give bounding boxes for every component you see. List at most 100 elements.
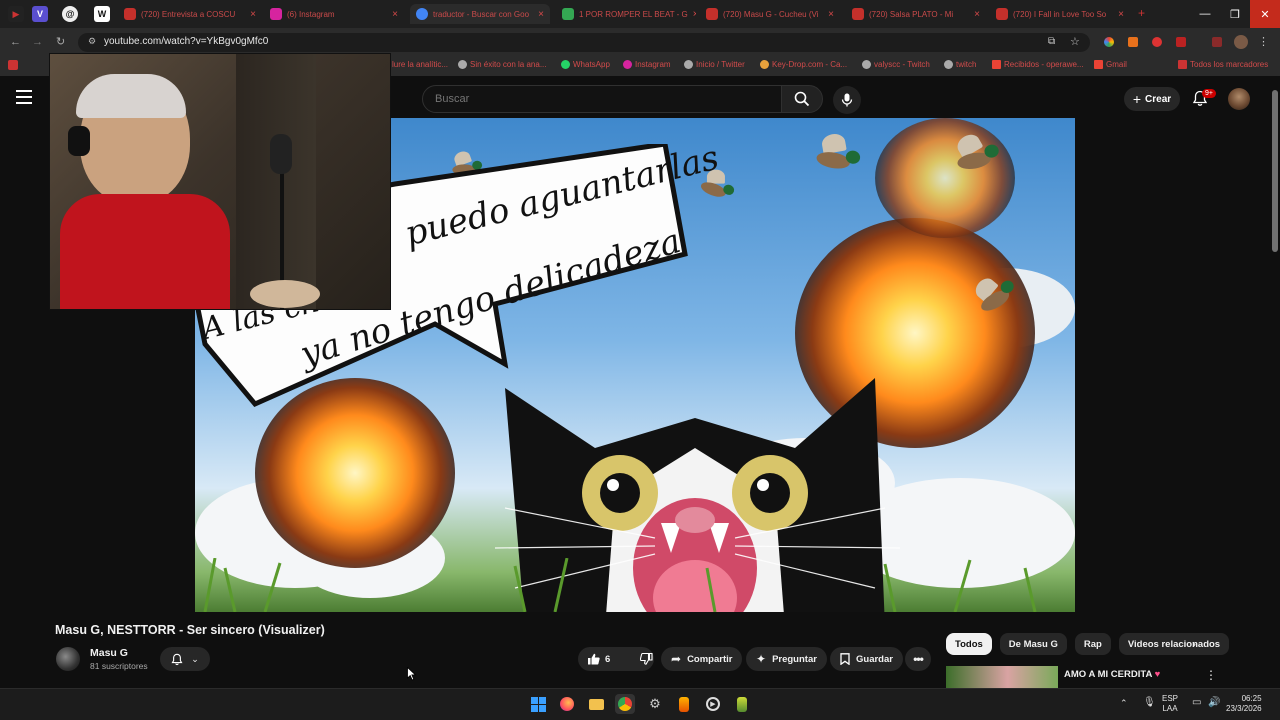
volume-icon[interactable]: 🔊	[1208, 697, 1220, 708]
browser-tab[interactable]: (720) I Fall in Love Too So ×	[990, 4, 1130, 24]
browser-menu-icon[interactable]: ⋮	[1258, 35, 1269, 48]
firefox-icon[interactable]	[557, 694, 577, 714]
close-tab-icon[interactable]: ×	[693, 9, 696, 20]
chip-related[interactable]: Videos relacionados	[1118, 633, 1230, 655]
youtube-icon	[996, 8, 1008, 20]
sparkle-icon: ✦	[756, 652, 767, 666]
profile-avatar[interactable]	[1234, 35, 1248, 49]
app-icon[interactable]	[732, 694, 752, 714]
whatsapp-icon	[561, 60, 570, 69]
pinned-tab-w-icon[interactable]: W	[94, 6, 110, 22]
hamburger-menu-icon[interactable]	[16, 90, 32, 104]
share-button[interactable]: ➦ Compartir	[661, 647, 743, 671]
forward-icon[interactable]: →	[32, 36, 43, 48]
new-tab-button[interactable]: +	[1138, 6, 1145, 20]
bookmark-item[interactable]: Recibidos - operawe...	[992, 60, 1084, 69]
duck-graphic	[807, 132, 863, 176]
bookmark-item[interactable]: twitch	[944, 60, 976, 69]
recommended-title[interactable]: AMO A MI CERDITA ♥	[1064, 669, 1160, 680]
chip-rap[interactable]: Rap	[1074, 633, 1111, 655]
browser-tab[interactable]: (720) Salsa PLATO - Mi ×	[846, 4, 986, 24]
subscription-bell-button[interactable]: ⌄	[160, 647, 210, 671]
grass-graphic	[203, 558, 1037, 612]
extension-icon[interactable]	[1128, 37, 1138, 47]
tray-overflow-icon[interactable]: ⌃	[1120, 698, 1128, 709]
system-clock[interactable]: 06:25 23/3/2026	[1226, 694, 1262, 714]
chrome-icon[interactable]	[615, 694, 635, 714]
chip-todos[interactable]: Todos	[946, 633, 992, 655]
gmail-icon	[1094, 60, 1103, 69]
media-player-icon[interactable]: ▶	[703, 694, 723, 714]
maximize-button[interactable]: ❐	[1220, 0, 1250, 28]
close-tab-icon[interactable]: ×	[392, 9, 398, 20]
extension-icon[interactable]	[1104, 37, 1114, 47]
pinned-tab-threads-icon[interactable]: @	[62, 6, 78, 22]
keyboard-language[interactable]: ESP LAA	[1162, 694, 1178, 714]
scrollbar-thumb[interactable]	[1272, 90, 1278, 252]
minimize-button[interactable]: —	[1190, 0, 1220, 28]
like-dislike-group: 6	[578, 647, 654, 671]
browser-tab[interactable]: 1 POR ROMPER EL BEAT - G ×	[556, 4, 696, 24]
pinned-tab-v-icon[interactable]: V	[32, 6, 48, 22]
bookmark-item[interactable]: Key-Drop.com - Ca...	[760, 60, 847, 69]
thumbs-up-icon	[588, 653, 600, 665]
settings-gear-icon[interactable]: ⚙	[645, 694, 665, 714]
search-button[interactable]	[781, 85, 823, 113]
channel-avatar[interactable]	[56, 647, 80, 671]
chip-channel[interactable]: De Masu G	[999, 633, 1067, 655]
google-icon	[416, 8, 428, 20]
extension-icon[interactable]	[1152, 37, 1162, 47]
save-button[interactable]: Guardar	[830, 647, 903, 671]
reload-icon[interactable]: ↻	[56, 35, 65, 48]
close-tab-icon[interactable]: ×	[538, 9, 544, 20]
app-icon[interactable]	[674, 694, 694, 714]
more-actions-button[interactable]: •••	[905, 647, 931, 671]
bookmark-item[interactable]: Sin éxito con la ana...	[458, 60, 547, 69]
thumbs-down-icon	[640, 653, 653, 665]
close-tab-icon[interactable]: ×	[828, 9, 834, 20]
ask-button[interactable]: ✦ Preguntar	[746, 647, 827, 671]
bookmark-star-icon[interactable]: ☆	[1070, 35, 1080, 48]
install-app-icon[interactable]: ⧉	[1048, 36, 1055, 47]
channel-name[interactable]: Masu G	[90, 647, 128, 659]
bookmark-item[interactable]: Instagram	[623, 60, 671, 69]
browser-tab[interactable]: (720) Masu G - Cucheu (Vi ×	[700, 4, 840, 24]
network-icon[interactable]: ▭	[1192, 697, 1201, 708]
explosion-graphic	[875, 118, 1015, 238]
create-button[interactable]: + Crear	[1124, 87, 1180, 111]
close-tab-icon[interactable]: ×	[974, 9, 980, 20]
all-bookmarks[interactable]: Todos los marcadores	[1178, 60, 1268, 69]
youtube-icon	[852, 8, 864, 20]
like-button[interactable]: 6	[578, 647, 619, 671]
extension-icon[interactable]	[1176, 37, 1186, 47]
search-input[interactable]	[422, 85, 782, 113]
recommended-thumbnail[interactable]	[946, 666, 1058, 688]
chevron-right-icon[interactable]: ›	[1192, 637, 1196, 651]
site-info-icon[interactable]: ⚙	[88, 36, 96, 47]
extensions-puzzle-icon[interactable]	[1212, 37, 1222, 47]
bookmark-item[interactable]: Gmail	[1094, 60, 1127, 69]
pinned-tab-youtube-icon[interactable]: ▶	[8, 6, 24, 22]
browser-tab[interactable]: (6) Instagram ×	[264, 4, 404, 24]
bookmark-item[interactable]: Inicio / Twitter	[684, 60, 745, 69]
back-icon[interactable]: ←	[10, 36, 21, 48]
subscriber-count: 81 suscriptores	[90, 661, 148, 671]
dislike-button[interactable]	[631, 647, 662, 671]
account-avatar[interactable]	[1228, 88, 1250, 110]
file-explorer-icon[interactable]	[586, 694, 606, 714]
google-drive-icon	[562, 8, 574, 20]
recommended-menu-icon[interactable]: ⋮	[1205, 668, 1217, 682]
close-window-button[interactable]: ✕	[1250, 0, 1280, 28]
bookmark-item[interactable]: WhatsApp	[561, 60, 610, 69]
close-tab-icon[interactable]: ×	[1118, 9, 1124, 20]
browser-tab-active[interactable]: traductor - Buscar con Goo ×	[410, 4, 550, 24]
bookmark-item[interactable]: valyscc - Twitch	[862, 60, 930, 69]
close-tab-icon[interactable]: ×	[250, 9, 256, 20]
tray-microphone-icon[interactable]: 🎙	[1143, 697, 1156, 708]
windows-start-icon[interactable]	[528, 694, 548, 714]
globe-icon	[684, 60, 693, 69]
voice-search-button[interactable]	[833, 86, 861, 114]
browser-tab[interactable]: (720) Entrevista a COSCU ×	[118, 4, 262, 24]
apps-icon[interactable]	[8, 60, 18, 70]
bookmark-item[interactable]: lure la analític...	[392, 60, 448, 69]
